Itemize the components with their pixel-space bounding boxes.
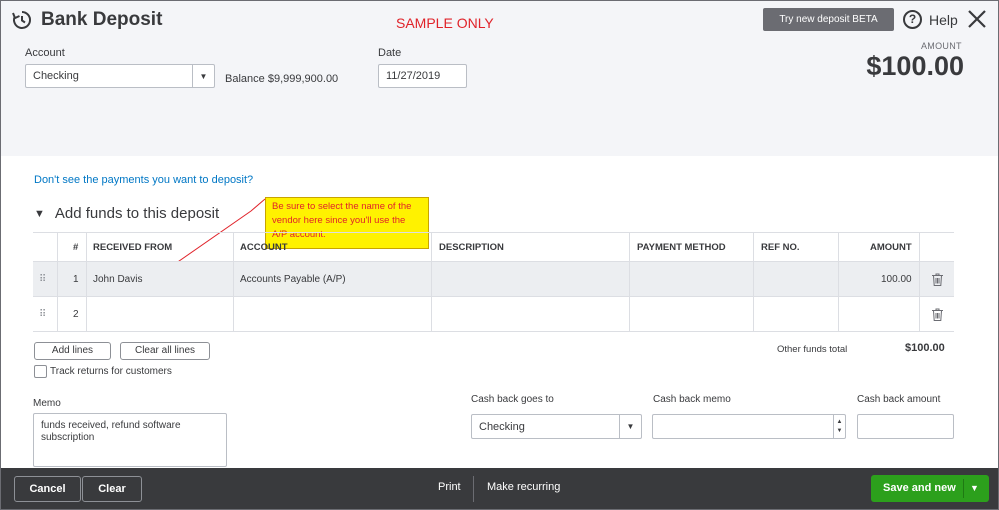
print-button[interactable]: Print [438, 481, 461, 493]
column-divider [838, 232, 839, 332]
balance-value: $9,999,900.00 [267, 73, 339, 85]
amount-cell[interactable]: 100.00 [881, 262, 912, 296]
row-number: 1 [73, 273, 79, 285]
cash-back-amount-input[interactable] [857, 414, 954, 439]
spinner-arrows-icon[interactable]: ▲ ▼ [833, 415, 845, 438]
other-funds-total-label: Other funds total [777, 344, 848, 355]
account-cell[interactable]: Accounts Payable (A/P) [240, 262, 346, 296]
amount-caption: AMOUNT [921, 41, 962, 51]
cash-back-goes-to-select[interactable]: Checking ▼ [471, 414, 642, 439]
collapse-triangle-icon[interactable]: ▼ [34, 208, 45, 220]
account-select[interactable]: Checking ▼ [25, 64, 215, 88]
column-divider [629, 232, 630, 332]
footer-bar: Cancel Clear Print Make recurring Save a… [1, 468, 998, 509]
date-input[interactable]: 11/27/2019 [378, 64, 467, 88]
column-divider [57, 232, 58, 332]
help-button[interactable]: ? Help [903, 10, 958, 29]
header-panel: Bank Deposit SAMPLE ONLY Try new deposit… [1, 1, 998, 156]
bank-deposit-window: Bank Deposit SAMPLE ONLY Try new deposit… [0, 0, 999, 510]
help-icon: ? [903, 10, 922, 29]
col-payment-method-header: PAYMENT METHOD [637, 242, 726, 253]
cash-back-memo-input[interactable]: ▲ ▼ [652, 414, 846, 439]
drag-handle-icon[interactable]: ⠿ [39, 297, 46, 331]
account-label: Account [25, 47, 65, 59]
account-balance: Balance $9,999,900.00 [225, 73, 338, 85]
col-num-header: # [73, 242, 79, 253]
cash-back-goes-to-value: Checking [479, 420, 525, 433]
close-icon[interactable] [966, 8, 988, 30]
row-number: 2 [73, 308, 79, 320]
amount-total: $100.00 [866, 51, 964, 81]
col-description-header: DESCRIPTION [439, 242, 504, 253]
try-new-deposit-button[interactable]: Try new deposit BETA [763, 8, 894, 31]
memo-label: Memo [33, 398, 61, 409]
chevron-down-icon[interactable]: ▼ [970, 475, 979, 502]
make-recurring-button[interactable]: Make recurring [487, 481, 560, 493]
cash-back-goes-to-label: Cash back goes to [471, 394, 554, 405]
save-and-new-button[interactable]: Save and new ▼ [871, 475, 989, 502]
column-divider [233, 232, 234, 332]
col-ref-no-header: REF NO. [761, 242, 800, 253]
column-divider [431, 232, 432, 332]
split-divider [963, 479, 964, 498]
column-divider [86, 232, 87, 332]
add-lines-button[interactable]: Add lines [34, 342, 111, 360]
footer-divider [473, 476, 474, 502]
table-row[interactable]: ⠿ 2 [33, 297, 954, 332]
col-received-from-header: RECEIVED FROM [93, 242, 173, 253]
account-value: Checking [33, 70, 79, 82]
payments-link[interactable]: Don't see the payments you want to depos… [34, 174, 253, 186]
title-row: Bank Deposit [11, 9, 162, 31]
history-icon[interactable] [11, 9, 33, 31]
page-title: Bank Deposit [41, 9, 163, 30]
chevron-down-icon[interactable]: ▼ [619, 415, 641, 438]
column-divider [919, 232, 920, 332]
trash-icon[interactable] [932, 297, 943, 331]
date-label: Date [378, 47, 402, 59]
track-returns-checkbox[interactable] [34, 365, 47, 378]
help-label: Help [929, 11, 958, 28]
save-and-new-label: Save and new [883, 482, 956, 494]
drag-handle-icon[interactable]: ⠿ [39, 262, 46, 296]
table-header: # RECEIVED FROM ACCOUNT DESCRIPTION PAYM… [33, 232, 954, 262]
other-funds-total-value: $100.00 [905, 342, 945, 354]
col-amount-header: AMOUNT [870, 242, 912, 253]
sample-only-label: SAMPLE ONLY [396, 15, 494, 31]
clear-button[interactable]: Clear [82, 476, 142, 502]
table-row[interactable]: ⠿ 1 John Davis Accounts Payable (A/P) 10… [33, 262, 954, 297]
column-divider [753, 232, 754, 332]
cancel-button[interactable]: Cancel [14, 476, 81, 502]
track-returns-label: Track returns for customers [50, 366, 172, 377]
chevron-down-icon[interactable]: ▼ [192, 65, 214, 87]
clear-all-lines-button[interactable]: Clear all lines [120, 342, 210, 360]
balance-label: Balance [225, 73, 265, 85]
cash-back-memo-label: Cash back memo [653, 394, 731, 405]
trash-icon[interactable] [932, 262, 943, 296]
memo-textarea[interactable]: funds received, refund software subscrip… [33, 413, 227, 467]
received-from-cell[interactable]: John Davis [93, 262, 142, 296]
col-account-header: ACCOUNT [240, 242, 288, 253]
cash-back-amount-label: Cash back amount [857, 394, 941, 405]
